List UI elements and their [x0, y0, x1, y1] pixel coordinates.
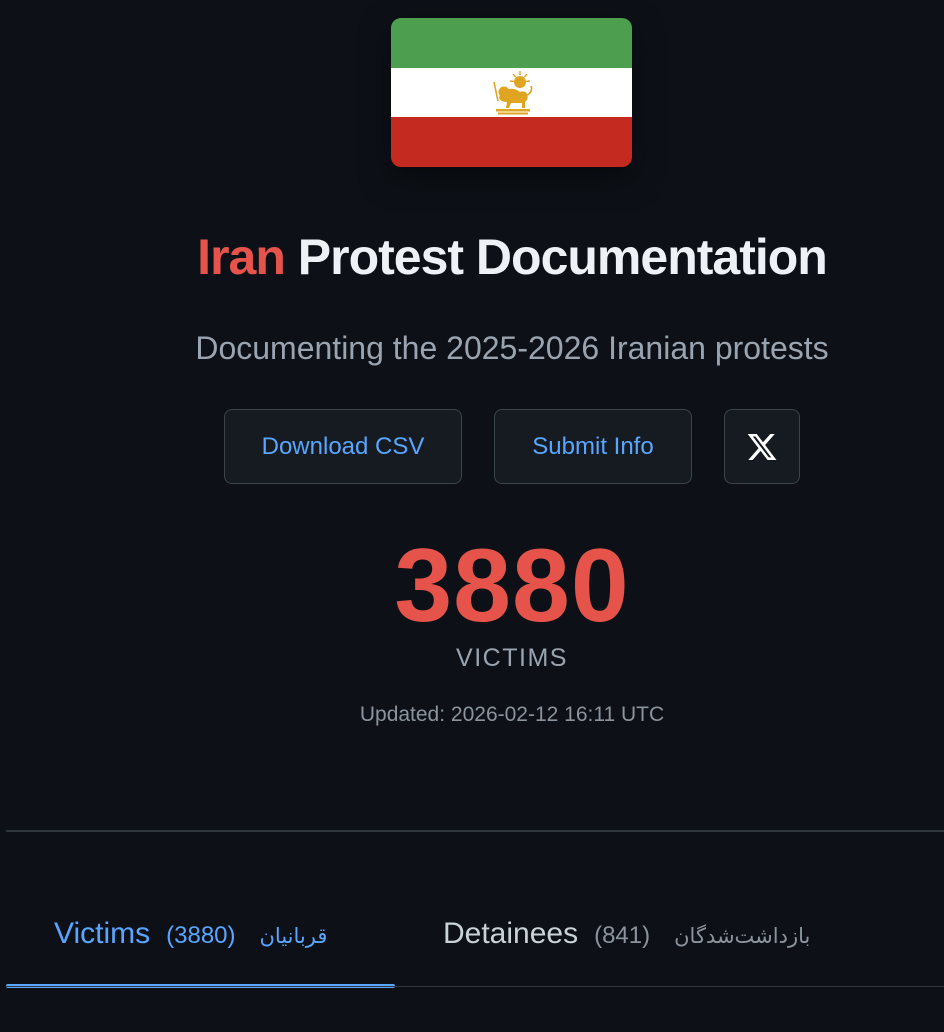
tab-detainees[interactable]: Detainees (841) بازداشت‌شدگان — [395, 905, 865, 986]
tab-victims[interactable]: Victims (3880) قربانیان — [6, 905, 395, 988]
download-csv-button[interactable]: Download CSV — [224, 409, 462, 484]
tab-victims-count: (3880) — [166, 922, 236, 949]
victim-count-label: VICTIMS — [456, 644, 568, 672]
submit-info-button[interactable]: Submit Info — [494, 409, 692, 484]
flag-image — [391, 18, 632, 167]
section-divider — [6, 830, 944, 832]
tab-detainees-count: (841) — [594, 922, 651, 949]
x-logo-icon — [747, 433, 777, 460]
tabs-bottom-border — [6, 986, 944, 987]
flag-red-stripe — [391, 117, 632, 167]
tab-victims-label: Victims — [54, 917, 151, 950]
updated-timestamp: Updated: 2026-02-12 16:11 UTC — [359, 703, 665, 726]
tab-detainees-label: Detainees — [443, 917, 579, 950]
title-rest: Protest Documentation — [284, 229, 828, 285]
lion-and-sun-icon — [493, 71, 533, 115]
page-subtitle: Documenting the 2025-2026 Iranian protes… — [195, 330, 829, 366]
page-title: Iran Protest Documentation — [0, 228, 944, 286]
flag-white-stripe — [391, 68, 632, 117]
tab-detainees-label-fa: بازداشت‌شدگان — [674, 925, 811, 948]
victim-count: 3880 — [394, 528, 630, 644]
flag-green-stripe — [391, 18, 632, 68]
x-share-button[interactable] — [724, 409, 800, 484]
title-accent: Iran — [197, 229, 286, 285]
tab-victims-label-fa: قربانیان — [259, 925, 328, 948]
